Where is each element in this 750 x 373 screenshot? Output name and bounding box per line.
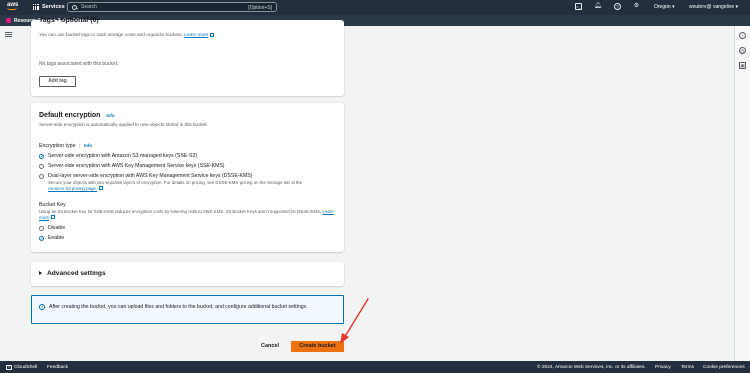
radio-bucket-key-disable[interactable]: Disable (39, 225, 65, 231)
encryption-type-text: Encryption type (39, 143, 76, 149)
encryption-type-info-link[interactable]: Info (84, 143, 92, 148)
external-link-icon (50, 215, 55, 220)
tags-description: You can use bucket tags to track storage… (39, 32, 214, 37)
radio-bucket-key-enable[interactable]: Enable (39, 235, 64, 241)
dsse-description-text: Secure your objects with two separate la… (48, 180, 303, 185)
radio-sse-s3-label: Server-side encryption with Amazon S3 ma… (48, 153, 198, 159)
bucket-key-label: Bucket Key (39, 202, 66, 208)
radio-unselected-icon (39, 163, 44, 169)
search-icon (72, 4, 77, 10)
feedback-link[interactable]: Feedback (47, 365, 68, 370)
radio-selected-icon (39, 235, 44, 241)
encryption-title-text: Default encryption (39, 112, 101, 119)
info-alert: i After creating the bucket, you can upl… (31, 295, 344, 324)
services-label: Services (42, 4, 65, 10)
privacy-link[interactable]: Privacy (655, 365, 671, 370)
settings-icon[interactable]: ⚙ (633, 3, 640, 10)
radio-disable-label: Disable (48, 225, 66, 231)
cookie-preferences-link[interactable]: Cookie preferences (703, 365, 745, 370)
add-tag-button[interactable]: Add tag (39, 76, 76, 87)
services-menu-button[interactable]: Services (33, 4, 65, 10)
radio-sse-s3[interactable]: Server-side encryption with Amazon S3 ma… (39, 153, 197, 159)
cloudshell-link[interactable]: CloudShell (14, 365, 37, 370)
no-tags-message: No tags associated with this bucket. (39, 61, 119, 67)
resource-groups-icon (6, 18, 11, 23)
external-link-icon (209, 32, 214, 37)
cloudshell-icon[interactable]: >_ (575, 3, 582, 10)
tags-description-text: You can use bucket tags to track storage… (39, 32, 183, 37)
radio-enable-label: Enable (48, 235, 65, 241)
right-utility-rail: i ◷ ▣ (734, 26, 750, 361)
search-placeholder: Search (81, 4, 97, 10)
cancel-button[interactable]: Cancel (258, 341, 282, 352)
bell-icon[interactable]: 🔔︎ (594, 3, 602, 10)
terms-link[interactable]: Terms (681, 365, 694, 370)
info-circle-icon: i (39, 304, 45, 310)
radio-unselected-icon (39, 173, 44, 179)
external-link-icon (98, 186, 103, 191)
cloudshell-footer-icon: > (6, 364, 12, 370)
top-navigation: aws Services Search [Option+S] >_ 🔔︎ ? ⚙… (0, 0, 750, 15)
s3-pricing-link[interactable]: Amazon S3 pricing page. (48, 186, 97, 191)
radio-sse-kms[interactable]: Server-side encryption with AWS Key Mana… (39, 163, 225, 169)
advanced-settings-label: Advanced settings (47, 270, 106, 277)
radio-sse-kms-label: Server-side encryption with AWS Key Mana… (48, 163, 225, 169)
grid-icon (33, 4, 39, 10)
menu-icon[interactable] (5, 32, 12, 39)
aws-logo[interactable]: aws (7, 2, 19, 13)
radio-dsse-kms[interactable]: Dual-layer server-side encryption with A… (39, 173, 253, 179)
encryption-info-link[interactable]: Info (106, 113, 114, 118)
radio-dsse-kms-label: Dual-layer server-side encryption with A… (48, 173, 253, 179)
search-shortcut-hint: [Option+S] (248, 5, 272, 11)
search-input[interactable]: Search [Option+S] (67, 2, 277, 12)
footer: > CloudShell Feedback © 2024, Amazon Web… (0, 361, 750, 373)
advanced-settings-expander[interactable]: Advanced settings (31, 262, 344, 286)
bucket-key-description: Using an S3 Bucket Key for SSE-KMS reduc… (39, 209, 339, 220)
radio-selected-icon (39, 153, 44, 159)
encryption-title: Default encryption Info (39, 112, 115, 119)
panel-icon[interactable]: ▣ (739, 62, 746, 69)
account-menu[interactable]: wouterv@ vangelive ▾ (689, 4, 738, 10)
dsse-description: Secure your objects with two separate la… (48, 180, 338, 191)
info-alert-text: After creating the bucket, you can uploa… (49, 304, 308, 310)
info-icon[interactable]: i (739, 32, 746, 39)
caret-right-icon (39, 271, 42, 275)
annotation-arrow-icon (340, 298, 369, 344)
tags-title: Tags - optional (0) (39, 17, 99, 24)
tags-panel: Tags - optional (0) You can use bucket t… (31, 17, 344, 96)
aws-logo-text: aws (7, 2, 19, 8)
tags-learn-more-link[interactable]: Learn more (184, 32, 208, 37)
radio-unselected-icon (39, 225, 44, 231)
encryption-description: Server-side encryption is automatically … (39, 122, 208, 127)
clock-icon[interactable]: ◷ (739, 47, 746, 54)
copyright-text: © 2024, Amazon Web Services, Inc. or its… (537, 364, 646, 370)
help-icon[interactable]: ? (614, 3, 621, 10)
bucket-key-description-text: Using an S3 Bucket Key for SSE-KMS reduc… (39, 209, 322, 214)
default-encryption-panel: Default encryption Info Server-side encr… (31, 103, 344, 252)
region-selector[interactable]: Oregon ▾ (654, 4, 675, 10)
encryption-type-label: Encryption type | Info (39, 143, 93, 149)
